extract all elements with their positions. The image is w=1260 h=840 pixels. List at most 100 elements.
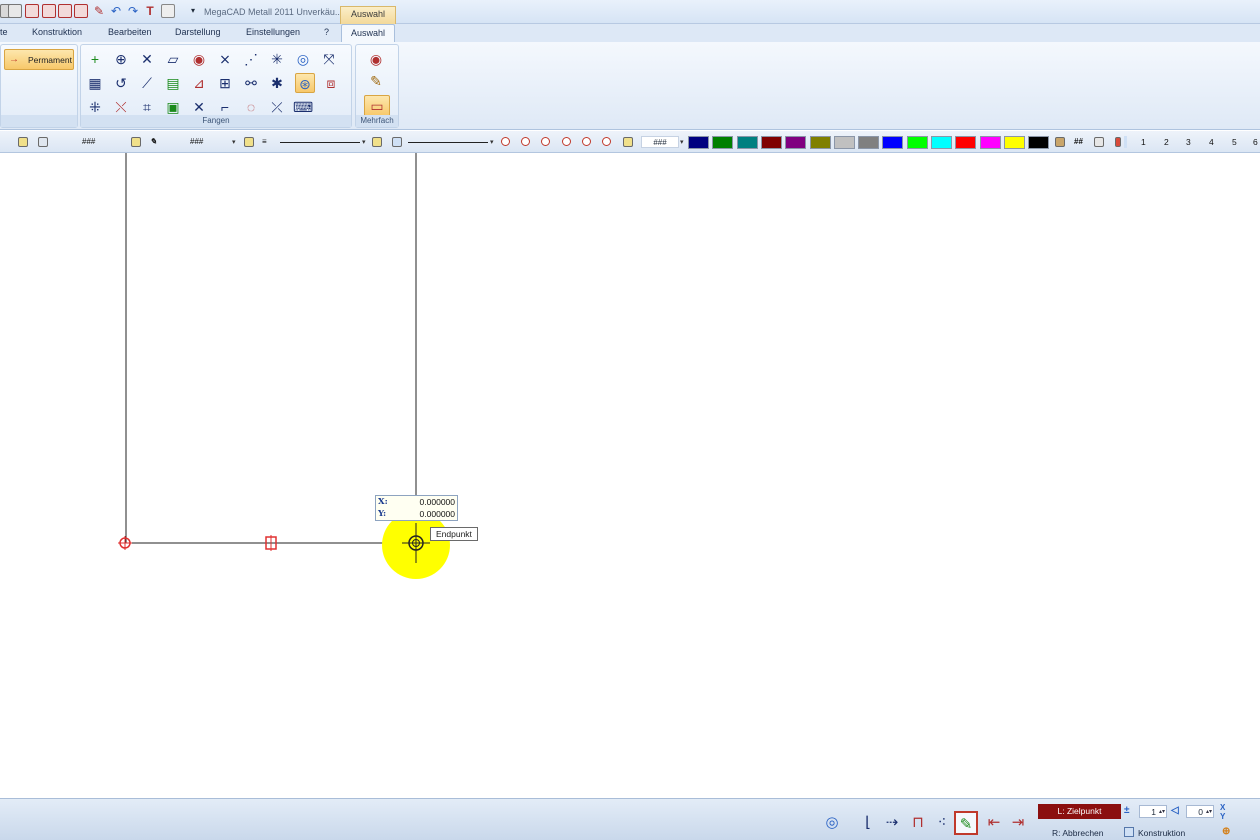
line-width-dropdown-icon[interactable]: ▾ (362, 138, 366, 146)
color-swatch[interactable] (833, 136, 855, 149)
construction-mode-icon[interactable] (1124, 827, 1134, 837)
tab-bearbeiten[interactable]: Bearbeiten (108, 27, 152, 37)
snap-endpoint-icon[interactable]: ⊛ (295, 73, 315, 93)
snap-box-icon[interactable]: ⊞ (215, 73, 235, 93)
quick-access-save-icon[interactable] (25, 4, 39, 18)
angle-spinner[interactable]: 0 ▴▾ (1186, 805, 1214, 818)
quick-access-saveas-icon[interactable] (42, 4, 56, 18)
snap-vector-icon[interactable]: ⤫ (267, 97, 287, 117)
redo-icon[interactable]: ↷ (126, 4, 140, 18)
lock-icon[interactable] (244, 137, 254, 147)
drawing-canvas[interactable]: X: 0.000000 Y: 0.000000 Endpunkt (0, 153, 1260, 798)
snap-divide-icon[interactable]: ⨯ (215, 49, 235, 69)
palette-icon[interactable] (1055, 137, 1065, 147)
snap-star-icon[interactable]: ✳ (267, 49, 287, 69)
color-swatch[interactable] (882, 136, 904, 149)
pen-field[interactable]: ### (190, 137, 203, 146)
mehrfach-measure-icon[interactable]: ◉ (366, 49, 386, 69)
add-icon[interactable]: ⊕ (1222, 826, 1230, 837)
quick-access-dropdown-icon[interactable]: ▾ (186, 4, 200, 18)
line-width-icon[interactable]: ≡ (262, 137, 267, 146)
snap-ellipse-icon[interactable]: ◌ (241, 97, 261, 117)
snap-grid-icon[interactable]: ▦ (85, 73, 105, 93)
layer-number-5[interactable]: 5 (1232, 137, 1237, 147)
linetype-field[interactable]: ### (82, 137, 95, 146)
color-swatch[interactable] (736, 136, 758, 149)
color-swatch[interactable] (688, 136, 709, 149)
status-forward-icon[interactable]: ⇥ (1006, 811, 1030, 835)
tab-konstruktion[interactable]: Konstruktion (32, 27, 82, 37)
settings-quick-icon[interactable] (161, 4, 175, 18)
quick-access-erase-icon[interactable]: ✎ (92, 4, 106, 18)
tab-darstellung[interactable]: Darstellung (175, 27, 221, 37)
layer-number-6[interactable]: 6 (1253, 137, 1258, 147)
snap-distance-icon[interactable]: ◉ (189, 49, 209, 69)
layer-number-2[interactable]: 2 (1164, 137, 1169, 147)
snap-window-icon[interactable]: ⧈ (321, 73, 341, 93)
line-style-dropdown-icon[interactable]: ▾ (490, 138, 494, 146)
snap-multi-point-icon[interactable]: ⁜ (85, 97, 105, 117)
pen-dropdown-icon[interactable]: ▾ (232, 138, 236, 146)
save-style-icon[interactable] (38, 137, 48, 147)
line-style-preview[interactable] (408, 142, 488, 143)
status-line-icon[interactable]: ⌊ (856, 811, 880, 835)
snap-tangent-icon[interactable]: ▱ (163, 49, 183, 69)
snap-polyline-icon[interactable]: ⟋ (137, 73, 157, 93)
snap-free-point-icon[interactable]: + (85, 49, 105, 69)
snap-group-icon[interactable]: ▣ (163, 97, 183, 117)
zoom-all-icon[interactable] (562, 137, 571, 146)
snap-dimension-icon[interactable]: ⌐ (215, 97, 235, 117)
zoom-pan-icon[interactable] (602, 137, 611, 146)
status-back-icon[interactable]: ⇤ (982, 811, 1006, 835)
snap-cross-icon[interactable]: ✱ (267, 73, 287, 93)
quick-access-open-icon[interactable] (8, 4, 22, 18)
text-tool-icon[interactable]: T (143, 4, 157, 18)
color-swatch[interactable] (1028, 136, 1050, 149)
snap-line-point-icon[interactable]: ⋰ (241, 49, 261, 69)
color-swatch[interactable] (906, 136, 928, 149)
layer-color-icon[interactable] (1115, 137, 1121, 147)
permament-button[interactable]: → Permament (4, 49, 74, 70)
undo-icon[interactable]: ↶ (109, 4, 123, 18)
quick-access-print-icon[interactable] (58, 4, 72, 18)
lock-icon[interactable] (372, 137, 382, 147)
zoom-in-icon[interactable] (521, 137, 530, 146)
snap-perpendicular-icon[interactable]: ✕ (189, 97, 209, 117)
lock-icon[interactable] (131, 137, 141, 147)
spinner-arrows-icon[interactable]: ▴▾ (1159, 806, 1165, 818)
zoom-previous-icon[interactable] (582, 137, 591, 146)
tab-auswahl[interactable]: Auswahl (341, 24, 396, 42)
snap-path-icon[interactable]: ⌗ (137, 97, 157, 117)
snap-keyboard-icon[interactable]: ⌨ (293, 97, 313, 117)
zoom-window-icon[interactable] (541, 137, 550, 146)
status-move-icon[interactable]: ⇢ (880, 811, 904, 835)
spinner-arrows-icon[interactable]: ▴▾ (1206, 806, 1212, 818)
status-active-tool-icon[interactable]: ✎ (954, 811, 978, 835)
snap-circles-icon[interactable]: ⚯ (241, 73, 261, 93)
step-spinner[interactable]: 1 ▴▾ (1139, 805, 1167, 818)
color-swatch[interactable] (785, 136, 807, 149)
color-swatch[interactable] (809, 136, 831, 149)
lock-icon[interactable] (18, 137, 28, 147)
layer-number-4[interactable]: 4 (1209, 137, 1214, 147)
tab-datei[interactable]: te (0, 27, 8, 37)
snap-xy-icon[interactable]: ⤧ (319, 49, 339, 69)
snap-intersection-icon[interactable]: ✕ (137, 49, 157, 69)
status-snap-icon[interactable]: ◎ (820, 811, 844, 835)
lock-icon[interactable] (623, 137, 633, 147)
snap-circle-quadrant-icon[interactable]: ◎ (293, 49, 313, 69)
tab-einstellungen[interactable]: Einstellungen (246, 27, 300, 37)
color-swatch[interactable] (712, 136, 734, 149)
zoom-out-icon[interactable] (501, 137, 510, 146)
color-swatch[interactable] (1003, 136, 1025, 149)
construction-mode-label[interactable]: Konstruktion (1138, 828, 1185, 838)
line-width-preview[interactable] (280, 142, 360, 143)
layer-number-1[interactable]: 1 (1141, 137, 1146, 147)
mehrfach-multi-select-icon[interactable]: ▭ (364, 95, 390, 117)
pen-icon[interactable]: ✎ (150, 137, 157, 146)
color-swatch[interactable] (979, 136, 1001, 149)
status-points-icon[interactable]: ⁖ (930, 811, 954, 835)
color-dropdown-icon[interactable]: ▾ (680, 138, 684, 146)
line-style-icon[interactable] (392, 137, 402, 147)
snap-measure-icon[interactable]: ⊿ (189, 73, 209, 93)
